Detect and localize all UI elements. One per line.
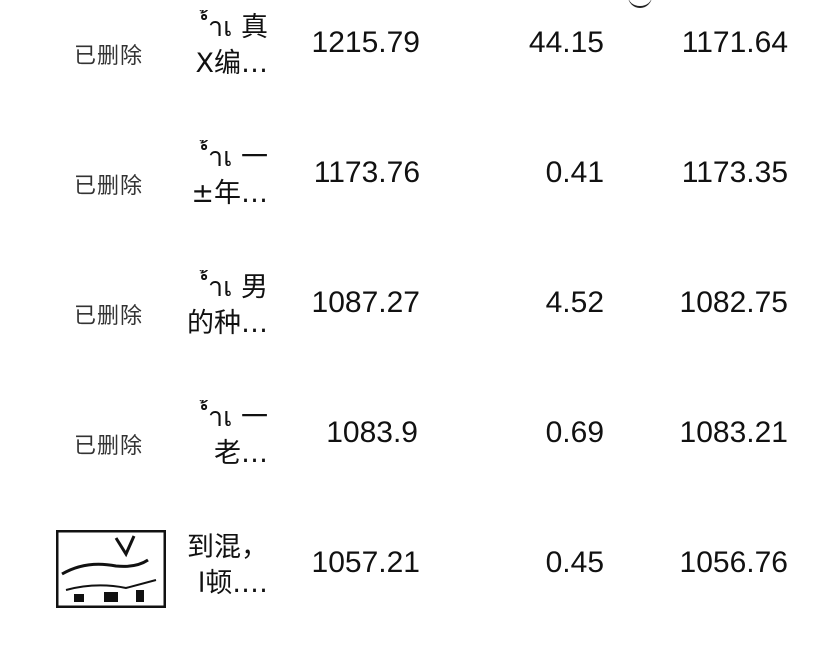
title-line-1: ้ำเ 真: [208, 12, 268, 43]
table-row[interactable]: 到混， l顿.… 1057.21 0.45 1056.76: [0, 520, 835, 650]
deducted-amount: 0.41: [545, 156, 604, 189]
total-earnings: 1173.76: [313, 156, 420, 189]
table-row[interactable]: 已删除 ้ำเ 真 X编… 1215.79 44.15 1171.64: [0, 0, 835, 130]
net-earnings: 1082.75: [679, 286, 788, 319]
deducted-amount: 0.69: [545, 416, 604, 449]
title-line-2: 的种…: [187, 308, 268, 339]
net-earnings: 1173.35: [681, 156, 788, 189]
video-title: ้ำเ 一 老…: [186, 400, 268, 472]
video-title: ้ำเ 一 ±年…: [186, 140, 268, 212]
table-row[interactable]: 已删除 ้ำเ 男 的种… 1087.27 4.52 1082.75: [0, 260, 835, 390]
status-label: 已删除: [74, 434, 144, 459]
net-earnings: 1056.76: [679, 546, 788, 579]
earnings-table: 已删除 ้ำเ 真 X编… 1215.79 44.15 1171.64 已删除 …: [0, 0, 835, 620]
table-row[interactable]: 已删除 ้ำเ 一 老… 1083.9 0.69 1083.21: [0, 390, 835, 520]
net-earnings: 1171.64: [681, 26, 788, 59]
video-title: 到混， l顿.…: [186, 530, 268, 602]
deducted-amount: 4.52: [545, 286, 604, 319]
total-earnings: 1057.21: [311, 546, 420, 579]
title-line-2: 老…: [205, 438, 268, 469]
table-row[interactable]: 已删除 ้ำเ 一 ±年… 1173.76 0.41 1173.35: [0, 130, 835, 260]
total-earnings: 1083.9: [326, 416, 418, 449]
title-line-1: ้ำเ 一: [208, 402, 268, 433]
title-line-1: 到混，: [187, 532, 268, 563]
video-title: ้ำเ 真 X编…: [186, 10, 269, 82]
title-line-1: ้ำเ 男: [208, 272, 268, 303]
title-line-2: l顿.…: [197, 568, 268, 599]
title-line-2: ±年…: [191, 178, 268, 209]
status-label: 已删除: [74, 174, 144, 199]
deducted-amount: 44.15: [528, 26, 604, 59]
title-line-1: ้ำเ 一: [208, 142, 268, 173]
video-thumbnail-icon[interactable]: [56, 530, 166, 608]
net-earnings: 1083.21: [679, 416, 788, 449]
deducted-amount: 0.45: [545, 546, 604, 579]
total-earnings: 1215.79: [311, 26, 420, 59]
total-earnings: 1087.27: [311, 286, 420, 319]
title-line-2: X编…: [195, 48, 269, 79]
status-label: 已删除: [74, 304, 144, 329]
status-label: 已删除: [74, 44, 144, 69]
video-title: ้ำเ 男 的种…: [186, 270, 268, 342]
